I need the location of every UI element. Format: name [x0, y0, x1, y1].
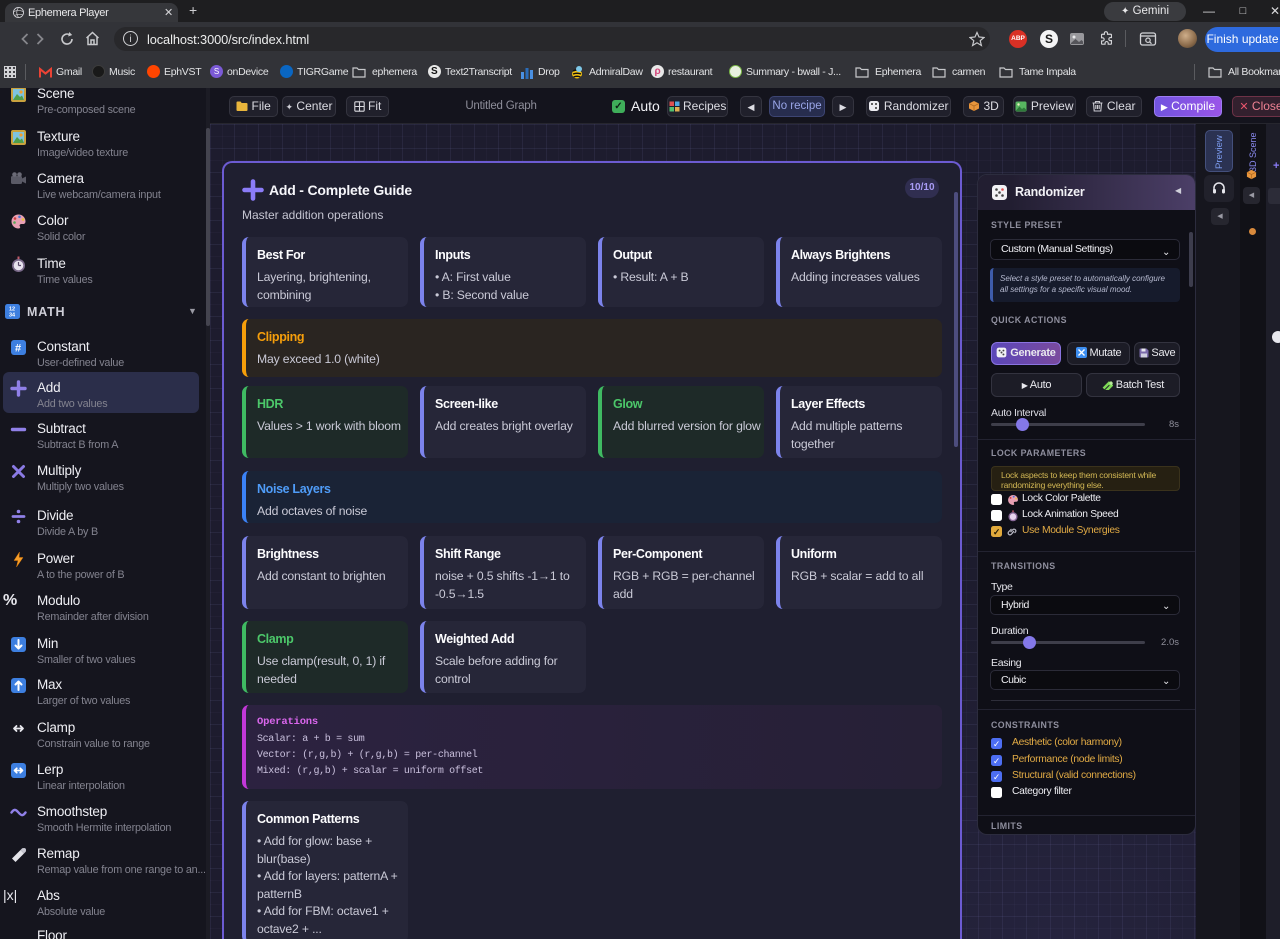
svg-text:34: 34	[9, 313, 16, 319]
svg-text:#: #	[15, 343, 21, 355]
